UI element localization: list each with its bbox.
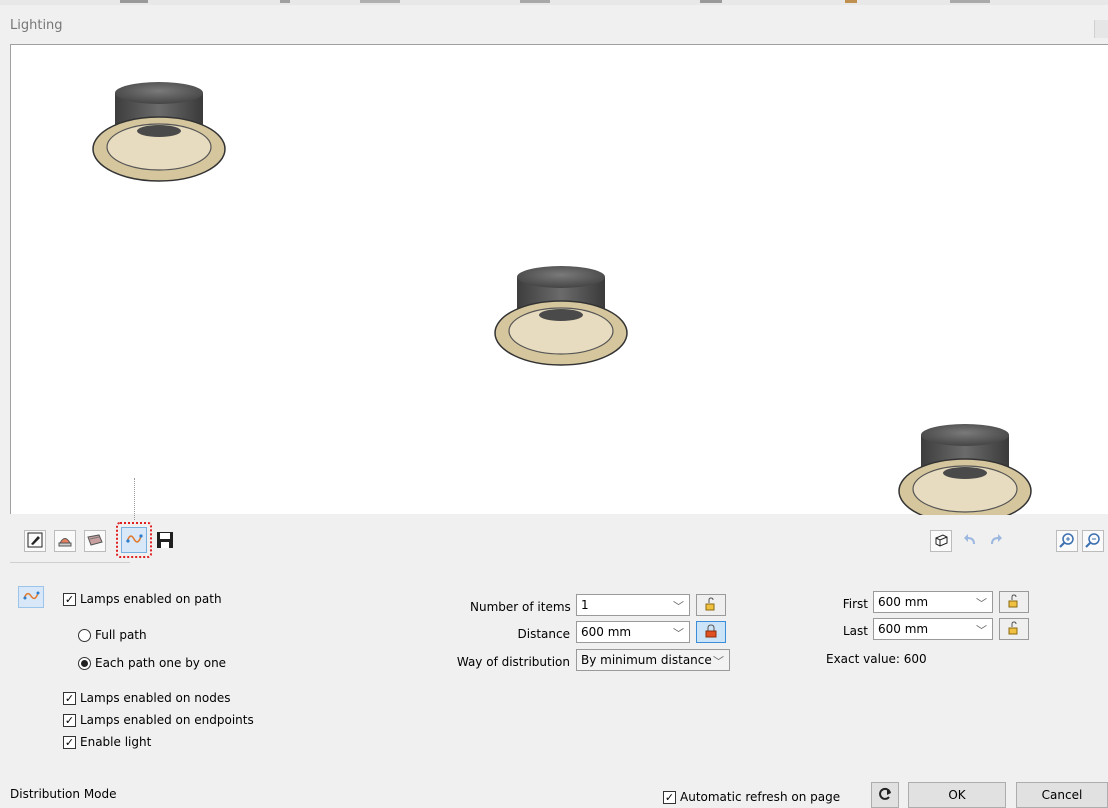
ok-button[interactable]: OK bbox=[908, 782, 1006, 808]
lamp-model-3 bbox=[898, 424, 1032, 524]
last-label: Last bbox=[843, 624, 868, 638]
way-of-distribution-value: By minimum distance bbox=[581, 653, 712, 667]
way-of-distribution-label: Way of distribution bbox=[456, 655, 570, 669]
distribution-mode-indicator bbox=[18, 586, 44, 608]
zoom-in-icon bbox=[1059, 532, 1075, 551]
each-path-label: Each path one by one bbox=[95, 656, 227, 670]
save-tool-button[interactable] bbox=[154, 530, 176, 552]
number-of-items-value: 1 bbox=[581, 598, 589, 612]
lock-open-icon bbox=[1007, 620, 1021, 638]
undo-icon bbox=[963, 532, 979, 551]
lamp-tool-button[interactable] bbox=[54, 530, 76, 552]
enable-light-label: Enable light bbox=[80, 735, 152, 749]
refresh-button[interactable] bbox=[871, 782, 899, 808]
first-lock-button[interactable] bbox=[999, 591, 1029, 613]
auto-refresh-label: Automatic refresh on page bbox=[680, 790, 841, 804]
number-of-items-combo[interactable]: 1 ﹀ bbox=[576, 594, 690, 616]
refresh-icon bbox=[877, 786, 893, 805]
way-of-distribution-select[interactable]: By minimum distance ﹀ bbox=[576, 649, 730, 671]
material-icon bbox=[87, 532, 103, 551]
path-distribution-icon bbox=[125, 530, 143, 551]
lamps-on-endpoints-label: Lamps enabled on endpoints bbox=[80, 713, 254, 727]
distribution-mode-label: Distribution Mode bbox=[10, 787, 117, 801]
lock-open-icon bbox=[1007, 593, 1021, 611]
edit-tool-button[interactable] bbox=[24, 530, 46, 552]
title-bar bbox=[0, 0, 1108, 40]
material-tool-button[interactable] bbox=[84, 530, 106, 552]
first-combo[interactable]: 600 mm ﹀ bbox=[873, 591, 993, 613]
exact-value-text: Exact value: 600 bbox=[826, 652, 927, 666]
tab-separator-dots bbox=[134, 478, 136, 520]
lamp-model-1 bbox=[92, 82, 226, 182]
chevron-down-icon: ﹀ bbox=[673, 627, 684, 640]
lamps-on-nodes-checkbox[interactable]: ✓ bbox=[63, 692, 76, 705]
lock-closed-icon bbox=[704, 623, 718, 641]
enable-light-checkbox[interactable]: ✓ bbox=[63, 736, 76, 749]
3d-view-button[interactable] bbox=[930, 530, 952, 552]
lamps-on-nodes-label: Lamps enabled on nodes bbox=[80, 691, 231, 705]
cancel-button[interactable]: Cancel bbox=[1016, 782, 1108, 808]
chevron-down-icon: ﹀ bbox=[976, 624, 987, 637]
path-distribution-tool-button[interactable] bbox=[121, 527, 147, 553]
each-path-radio[interactable] bbox=[78, 657, 91, 670]
first-value: 600 mm bbox=[878, 595, 929, 609]
distance-label: Distance bbox=[517, 627, 570, 641]
chevron-down-icon: ﹀ bbox=[673, 600, 684, 613]
save-icon bbox=[156, 531, 174, 552]
background-app-strip bbox=[0, 0, 1108, 5]
last-value: 600 mm bbox=[878, 622, 929, 636]
toolbar-underline bbox=[10, 562, 130, 563]
last-lock-button[interactable] bbox=[999, 618, 1029, 640]
number-of-items-lock-button[interactable] bbox=[696, 594, 726, 616]
window-title: Lighting bbox=[10, 18, 63, 33]
undo-button[interactable] bbox=[960, 530, 982, 552]
number-of-items-label: Number of items bbox=[470, 600, 571, 614]
zoom-in-button[interactable] bbox=[1056, 530, 1078, 552]
lamps-on-path-label: Lamps enabled on path bbox=[80, 592, 222, 606]
zoom-out-button[interactable] bbox=[1082, 530, 1104, 552]
lock-open-icon bbox=[704, 596, 718, 614]
3d-box-icon bbox=[933, 532, 949, 551]
last-combo[interactable]: 600 mm ﹀ bbox=[873, 618, 993, 640]
distance-combo[interactable]: 600 mm ﹀ bbox=[576, 621, 690, 643]
lamps-on-path-checkbox[interactable]: ✓ bbox=[63, 593, 76, 606]
redo-button[interactable] bbox=[984, 530, 1006, 552]
distance-lock-button[interactable] bbox=[696, 621, 726, 643]
lamps-on-endpoints-checkbox[interactable]: ✓ bbox=[63, 714, 76, 727]
distance-value: 600 mm bbox=[581, 625, 632, 639]
auto-refresh-checkbox[interactable]: ✓ bbox=[663, 791, 676, 804]
chevron-down-icon: ﹀ bbox=[713, 655, 724, 668]
edit-icon bbox=[27, 532, 43, 551]
preview-viewport[interactable] bbox=[10, 44, 1108, 524]
zoom-out-icon bbox=[1085, 532, 1101, 551]
full-path-label: Full path bbox=[95, 628, 147, 642]
lamp-model-2 bbox=[494, 266, 628, 366]
chevron-down-icon: ﹀ bbox=[976, 597, 987, 610]
full-path-radio[interactable] bbox=[78, 629, 91, 642]
lamp-icon bbox=[57, 532, 73, 551]
close-button[interactable] bbox=[1094, 20, 1108, 38]
redo-icon bbox=[987, 532, 1003, 551]
first-label: First bbox=[842, 597, 868, 611]
path-distribution-icon bbox=[22, 588, 40, 607]
lamp-preview-graphic bbox=[92, 82, 1032, 524]
